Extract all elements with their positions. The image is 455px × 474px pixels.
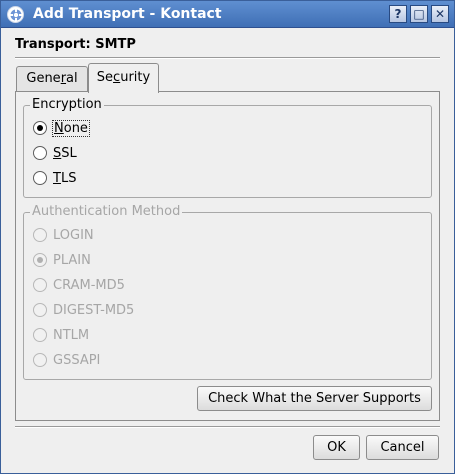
bottom-divider <box>15 426 440 428</box>
encryption-tls-radio[interactable] <box>33 171 47 185</box>
auth-cram-md5-label: CRAM-MD5 <box>53 277 125 293</box>
title-bar[interactable]: Add Transport - Kontact ? □ ✕ <box>1 1 454 28</box>
auth-ntlm-radio <box>33 328 47 342</box>
encryption-group-label: Encryption <box>30 97 104 112</box>
check-server-supports-button[interactable]: Check What the Server Supports <box>197 386 432 411</box>
window-title: Add Transport - Kontact <box>33 6 222 22</box>
auth-digest-md5-option: DIGEST-MD5 <box>33 301 134 319</box>
auth-gssapi-radio <box>33 353 47 367</box>
top-divider <box>15 57 440 59</box>
tab-general[interactable]: General <box>16 66 88 92</box>
auth-digest-md5-radio <box>33 303 47 317</box>
auth-plain-option: PLAIN <box>33 251 91 269</box>
encryption-none-option[interactable]: None <box>33 119 90 137</box>
encryption-none-radio[interactable] <box>33 121 47 135</box>
encryption-ssl-option[interactable]: SSL <box>33 144 77 162</box>
auth-cram-md5-option: CRAM-MD5 <box>33 276 125 294</box>
transport-type-heading: Transport: SMTP <box>15 37 136 52</box>
kontact-app-icon[interactable] <box>7 6 24 23</box>
tab-security[interactable]: Security <box>88 63 159 93</box>
auth-gssapi-option: GSSAPI <box>33 351 100 369</box>
authentication-method-group-label: Authentication Method <box>30 204 183 219</box>
auth-ntlm-option: NTLM <box>33 326 89 344</box>
tab-security-label: Security <box>96 70 151 85</box>
encryption-tls-label: TLS <box>53 170 77 186</box>
encryption-none-label: None <box>52 119 90 137</box>
cancel-button[interactable]: Cancel <box>366 435 439 460</box>
encryption-ssl-label: SSL <box>53 145 77 161</box>
tab-general-label: General <box>26 71 78 86</box>
auth-ntlm-label: NTLM <box>53 327 90 343</box>
ok-button[interactable]: OK <box>313 435 360 460</box>
auth-plain-radio <box>33 253 47 267</box>
auth-login-option: LOGIN <box>33 226 94 244</box>
auth-plain-label: PLAIN <box>53 252 91 268</box>
auth-login-radio <box>33 228 47 242</box>
auth-gssapi-label: GSSAPI <box>53 352 101 368</box>
encryption-tls-option[interactable]: TLS <box>33 169 76 187</box>
auth-cram-md5-radio <box>33 278 47 292</box>
help-button[interactable]: ? <box>389 5 407 23</box>
encryption-ssl-radio[interactable] <box>33 146 47 160</box>
auth-digest-md5-label: DIGEST-MD5 <box>53 302 135 318</box>
maximize-button[interactable]: □ <box>410 5 428 23</box>
auth-login-label: LOGIN <box>53 227 94 243</box>
close-button[interactable]: ✕ <box>431 5 449 23</box>
